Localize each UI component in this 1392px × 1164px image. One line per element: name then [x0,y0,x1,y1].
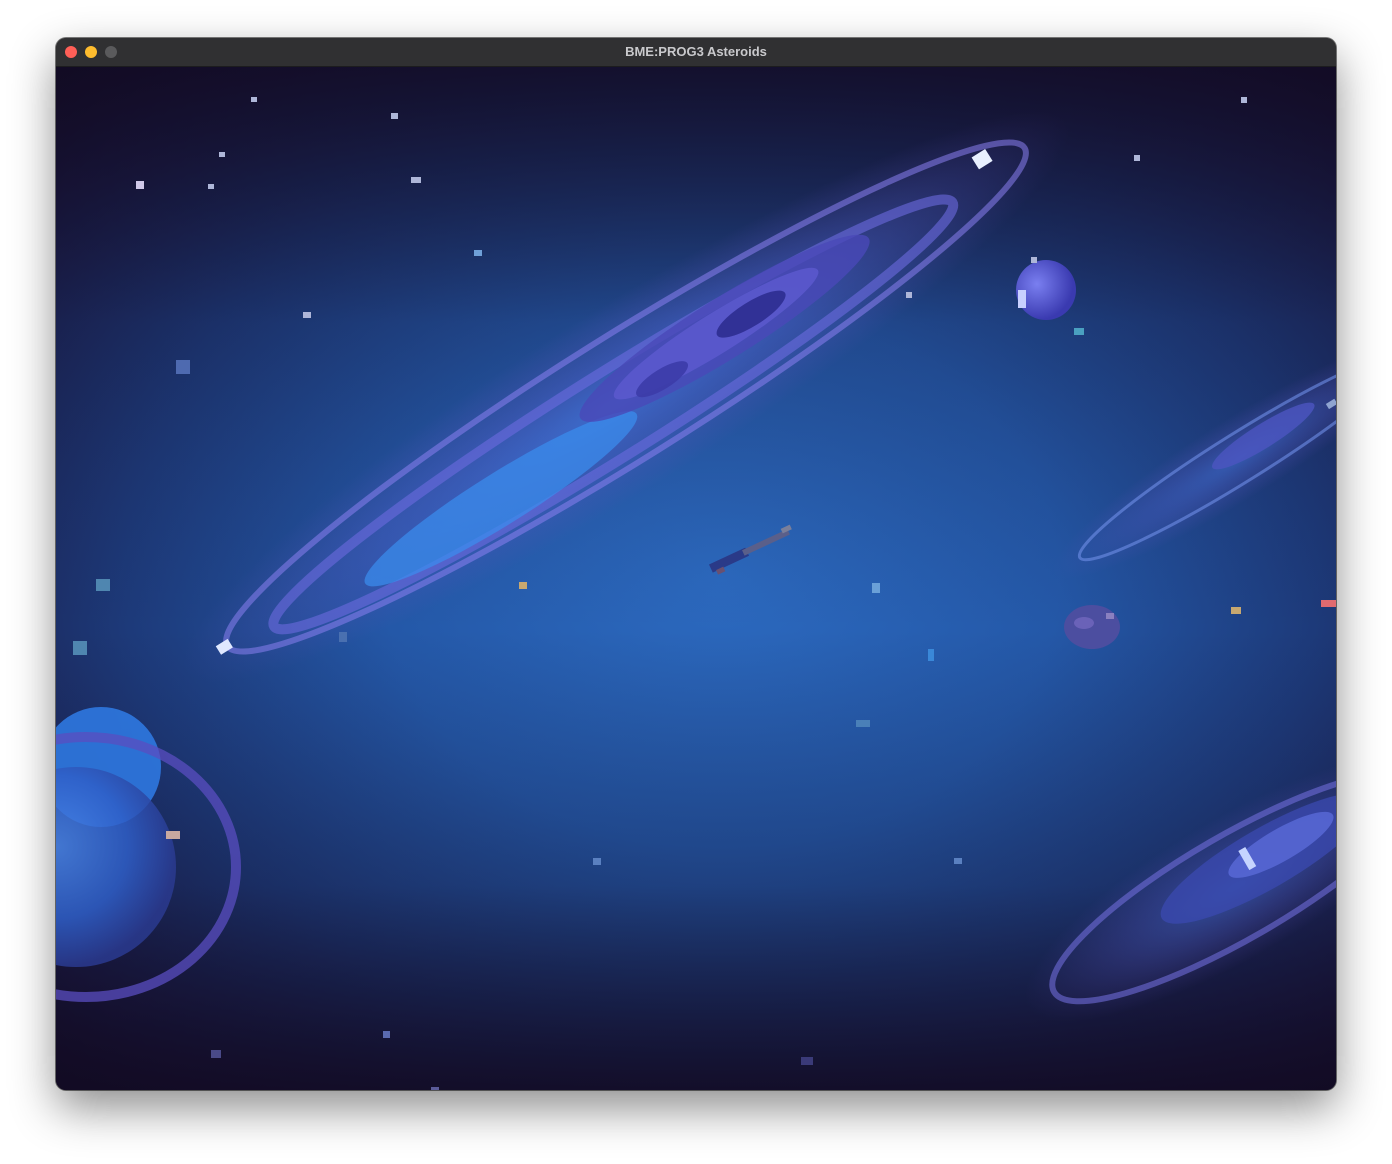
window-title: BME:PROG3 Asteroids [625,44,767,59]
title-bar[interactable]: BME:PROG3 Asteroids [56,38,1336,67]
game-canvas[interactable] [56,67,1336,1090]
moon [1016,260,1076,320]
asteroid [1064,605,1120,649]
space-scene [56,67,1336,1090]
game-window: BME:PROG3 Asteroids [56,38,1336,1090]
laser-bolt [1321,600,1336,607]
star [1074,328,1084,335]
